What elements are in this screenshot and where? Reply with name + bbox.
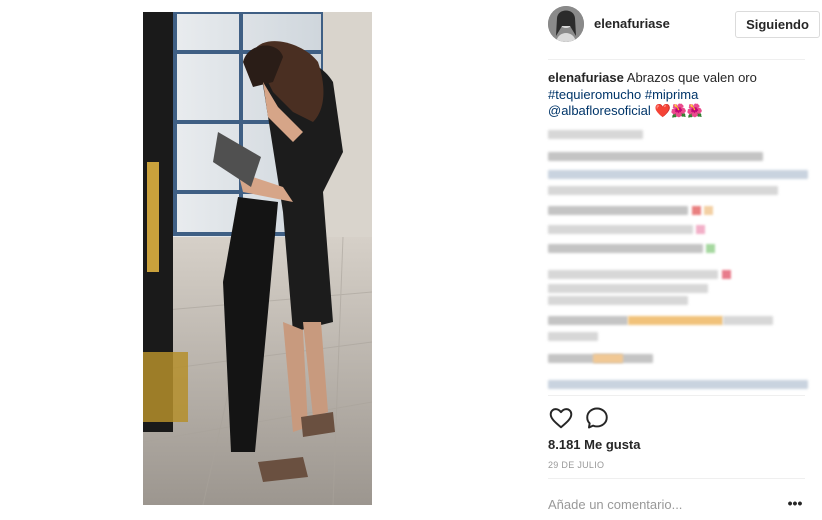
divider (548, 478, 805, 479)
comment-input[interactable] (548, 494, 763, 514)
comment-blur (548, 380, 808, 389)
avatar[interactable] (548, 6, 584, 42)
comment-blur (548, 316, 628, 325)
comment-blur (548, 244, 703, 253)
comment-blur (548, 225, 693, 234)
more-options-icon[interactable]: ••• (785, 494, 805, 512)
blurred-comments (548, 124, 810, 399)
comment-blur (628, 316, 723, 325)
comment-blur (723, 316, 773, 325)
comment-blur (548, 206, 688, 215)
username-link[interactable]: elenafuriase (594, 16, 670, 31)
divider (548, 395, 805, 396)
comment-blur (722, 270, 731, 279)
comment-blur (548, 332, 598, 341)
comment-blur (548, 296, 688, 305)
caption-emojis: ❤️🌺🌺 (654, 103, 703, 118)
divider (548, 59, 805, 60)
post-sidebar: elenafuriase Siguiendo elenafuriase Abra… (533, 0, 822, 520)
comment-blur (704, 206, 713, 215)
post-date[interactable]: 29 DE JULIO (548, 460, 604, 470)
likes-count[interactable]: 8.181 Me gusta (548, 437, 641, 452)
comment-blur (548, 270, 718, 279)
comment-blur (548, 284, 708, 293)
following-button[interactable]: Siguiendo (735, 11, 820, 38)
heart-outline-icon[interactable] (548, 405, 574, 431)
caption-text: Abrazos que valen oro (626, 70, 757, 85)
caption-username-link[interactable]: elenafuriase (548, 70, 624, 85)
post-actions (548, 405, 628, 433)
post-header: elenafuriase Siguiendo (548, 6, 820, 42)
comment-blur (548, 152, 763, 161)
comment-blur (692, 206, 701, 215)
comment-blur (548, 186, 778, 195)
speech-bubble-icon[interactable] (584, 405, 610, 431)
comment-blur (593, 354, 623, 363)
comment-blur (706, 244, 715, 253)
comment-blur (548, 170, 808, 179)
post-photo[interactable] (143, 12, 372, 505)
caption-mention[interactable]: @albafloresoficial (548, 103, 651, 118)
hug-photo-image (143, 12, 372, 505)
comment-blur (548, 130, 643, 139)
caption-hashtags[interactable]: #tequieromucho #miprima (548, 87, 698, 102)
comment-blur (696, 225, 705, 234)
post-caption: elenafuriase Abrazos que valen oro #tequ… (548, 70, 803, 120)
